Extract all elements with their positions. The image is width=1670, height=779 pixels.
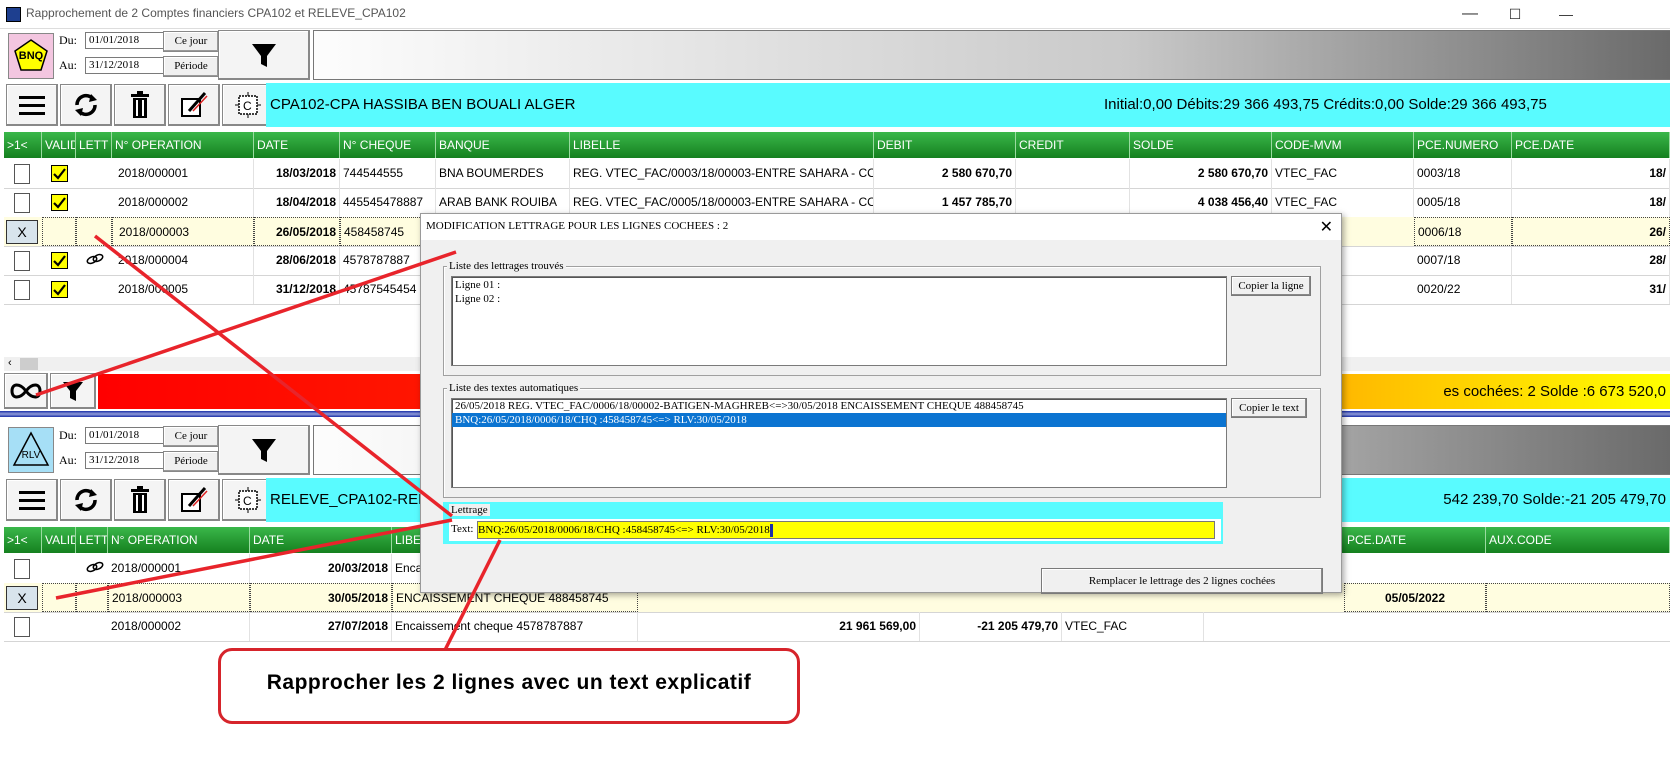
callout-box: Rapprocher les 2 lignes avec un text exp… [218,648,800,724]
callout-text: Rapprocher les 2 lignes avec un text exp… [266,671,752,694]
